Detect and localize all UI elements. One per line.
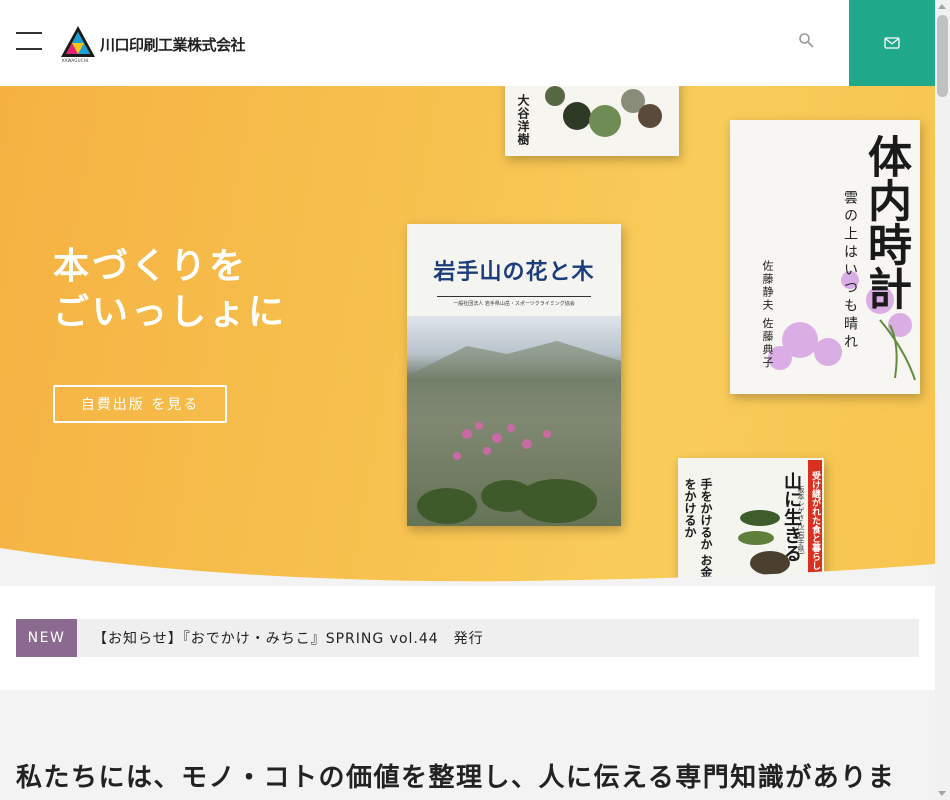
book2-mountain-photo (407, 316, 621, 526)
news-section: NEW 【お知らせ】『おでかけ・みちこ』SPRING vol.44 発行 (0, 586, 935, 690)
news-item[interactable]: NEW 【お知らせ】『おでかけ・みちこ』SPRING vol.44 発行 (16, 619, 919, 657)
hero-title-line-1: 本づくりを (53, 246, 249, 287)
mail-icon (884, 37, 900, 49)
site-header: KAWAGUCHI 川口印刷工業株式会社 (0, 0, 935, 86)
contact-mail-button[interactable] (849, 0, 935, 86)
book-cover-3: 体内時計 雲の上はいつも晴れ 佐藤静夫 佐藤典子 (730, 120, 920, 394)
book1-author: 大谷洋樹 (516, 94, 530, 146)
site-logo[interactable]: KAWAGUCHI 川口印刷工業株式会社 (60, 24, 246, 64)
scroll-up-arrow-icon[interactable] (938, 4, 946, 9)
book2-subtitle: 一般社団法人 岩手県山岳・スポーツクライミング協会 (453, 301, 575, 307)
news-text[interactable]: 【お知らせ】『おでかけ・みちこ』SPRING vol.44 発行 (93, 628, 484, 648)
hero-title-line-2: ごいっしょに (53, 292, 288, 333)
intro-heading: 私たちには、モノ・コトの価値を整理し、人に伝える専門知識がありま (16, 763, 896, 793)
hamburger-icon[interactable] (16, 30, 42, 52)
logo-triangle-icon: KAWAGUCHI (60, 25, 96, 63)
page-scrollbar[interactable] (935, 0, 950, 800)
logo-subtext: KAWAGUCHI (62, 58, 89, 63)
book3-authors: 佐藤静夫 佐藤典子 (756, 260, 778, 370)
book3-title: 体内時計 (860, 134, 911, 310)
hero-title: 本づくりを ごいっしょに (53, 244, 287, 336)
book3-author-2: 佐藤典子 (761, 317, 774, 370)
scroll-down-arrow-icon[interactable] (938, 791, 946, 796)
scroll-thumb[interactable] (937, 15, 948, 97)
hero-section: 大谷洋樹 岩手山の花と木 一般社団法人 岩手県山岳・スポーツクライミング協会 体… (0, 86, 935, 586)
self-publishing-button[interactable]: 自費出版 を見る (53, 385, 227, 423)
book2-title: 岩手山の花と木 (433, 259, 595, 285)
book-cover-1: 大谷洋樹 (505, 86, 679, 156)
book2-rule (437, 296, 591, 297)
search-icon[interactable] (798, 32, 816, 50)
hero-bottom-curve (0, 548, 935, 586)
new-badge: NEW (16, 619, 77, 657)
logo-text: 川口印刷工業株式会社 (100, 35, 246, 54)
book-cover-2: 岩手山の花と木 一般社団法人 岩手県山岳・スポーツクライミング協会 (407, 224, 621, 526)
book3-subtitle: 雲の上はいつも晴れ (842, 190, 858, 352)
book3-author-1: 佐藤静夫 (761, 260, 774, 312)
